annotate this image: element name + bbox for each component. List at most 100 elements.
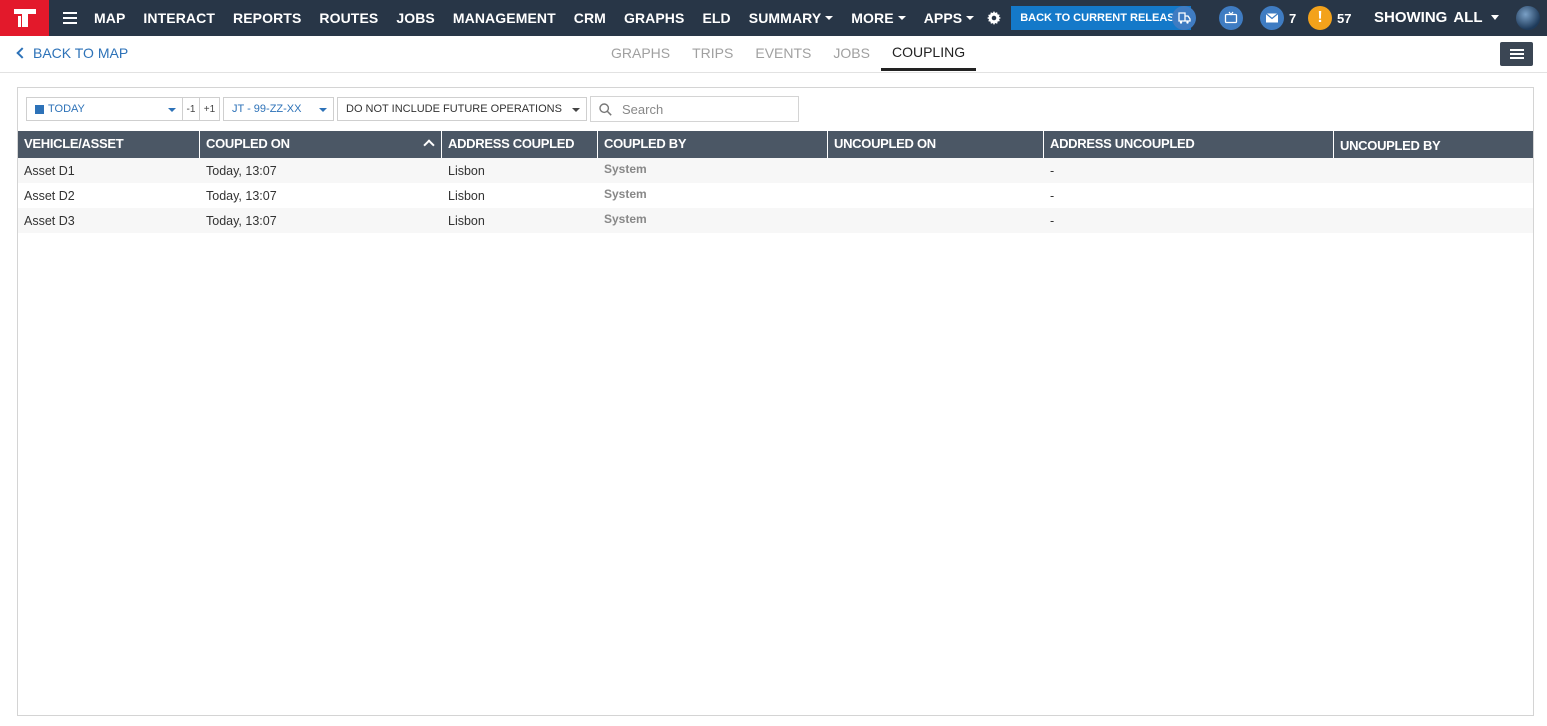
column-header-label: ADDRESS UNCOUPLED <box>1050 136 1195 151</box>
vehicle-select[interactable]: JT - 99-ZZ-XX <box>223 97 334 121</box>
envelope-icon[interactable] <box>1260 6 1284 30</box>
column-header-label: VEHICLE/ASSET <box>24 136 124 151</box>
nav-item-label: SUMMARY <box>748 10 822 26</box>
column-header-address-coupled[interactable]: ADDRESS COUPLED <box>442 131 598 158</box>
table-row[interactable]: Asset D2 Today, 13:07 Lisbon System - <box>18 183 1533 208</box>
nav-item-reports[interactable]: REPORTS <box>224 10 310 26</box>
options-menu-button[interactable] <box>1500 42 1533 66</box>
future-operations-value: DO NOT INCLUDE FUTURE OPERATIONS <box>346 103 562 115</box>
cell-coupled-by: System <box>604 187 647 201</box>
tab-jobs[interactable]: JOBS <box>822 36 881 69</box>
future-operations-select[interactable]: DO NOT INCLUDE FUTURE OPERATIONS <box>337 97 587 121</box>
nav-item-map[interactable]: MAP <box>85 10 134 26</box>
showing-value: ALL <box>1453 9 1483 26</box>
column-header-uncoupled-on[interactable]: UNCOUPLED ON <box>828 131 1044 158</box>
filter-toolbar: TODAY -1 +1 JT - 99-ZZ-XX DO NOT INCLUDE… <box>26 96 799 122</box>
cell-vehicle: Asset D1 <box>24 163 75 178</box>
dispatch-icon[interactable] <box>1172 6 1196 30</box>
nav-item-graphs[interactable]: GRAPHS <box>615 10 694 26</box>
nav-item-label: MORE <box>851 10 894 26</box>
alerts-count: 57 <box>1337 10 1352 26</box>
back-to-current-release-button[interactable]: BACK TO CURRENT RELEASE <box>1011 6 1191 30</box>
nav-item-crm[interactable]: CRM <box>565 10 615 26</box>
previous-day-button[interactable]: -1 <box>183 97 200 121</box>
cell-address-coupled: Lisbon <box>448 213 485 228</box>
logo-icon <box>13 9 36 27</box>
cell-coupled-by: System <box>604 212 647 226</box>
cell-address-uncoupled: - <box>1050 188 1055 203</box>
column-header-coupled-by[interactable]: COUPLED BY <box>598 131 828 158</box>
tv-icon[interactable] <box>1219 6 1243 30</box>
tab-coupling[interactable]: COUPLING <box>880 36 977 71</box>
column-header-label: UNCOUPLED BY <box>1340 138 1441 153</box>
caret-down-icon <box>319 108 327 112</box>
calendar-icon <box>35 104 44 114</box>
cell-coupled-by: System <box>604 162 647 176</box>
tab-events[interactable]: EVENTS <box>744 36 822 69</box>
showing-filter-dropdown[interactable]: SHOWING ALL <box>1374 9 1499 26</box>
search-input[interactable] <box>620 100 794 118</box>
nav-item-more[interactable]: MORE <box>842 10 914 26</box>
nav-item-apps[interactable]: APPS <box>915 10 984 26</box>
gear-icon[interactable] <box>987 11 1002 25</box>
nav-item-label: JOBS <box>396 10 435 26</box>
user-avatar[interactable] <box>1516 6 1540 30</box>
tab-trips[interactable]: TRIPS <box>681 36 744 69</box>
table-header: VEHICLE/ASSET COUPLED ON ADDRESS COUPLED CO… <box>18 131 1533 158</box>
nav-item-jobs[interactable]: JOBS <box>387 10 444 26</box>
main-nav-items: MAP INTERACT REPORTS ROUTES JOBS MANAGEMENT CR… <box>85 10 983 26</box>
cell-coupled-on: Today, 13:07 <box>206 188 277 203</box>
nav-item-eld[interactable]: ELD <box>693 10 739 26</box>
search-box[interactable] <box>590 96 799 122</box>
column-header-label: ADDRESS COUPLED <box>448 136 575 151</box>
nav-item-label: ROUTES <box>319 10 379 26</box>
nav-item-label: APPS <box>923 10 963 26</box>
messages-indicator[interactable]: 7 <box>1260 6 1296 30</box>
alerts-indicator[interactable]: ! 57 <box>1308 6 1351 30</box>
vehicle-value: JT - 99-ZZ-XX <box>232 103 302 115</box>
tab-graphs[interactable]: GRAPHS <box>600 36 681 69</box>
date-range-select[interactable]: TODAY <box>26 97 183 121</box>
column-header-coupled-on[interactable]: COUPLED ON <box>200 131 442 158</box>
back-to-map-link[interactable]: BACK TO MAP <box>16 45 128 61</box>
nav-item-label: CRM <box>573 10 606 26</box>
column-header-vehicle[interactable]: VEHICLE/ASSET <box>18 131 200 158</box>
alert-glyph: ! <box>1317 9 1323 26</box>
nav-item-label: MANAGEMENT <box>452 10 556 26</box>
cell-address-coupled: Lisbon <box>448 188 485 203</box>
top-navigation-bar: MAP INTERACT REPORTS ROUTES JOBS MANAGEMENT CR… <box>0 0 1547 36</box>
cell-uncoupled-by <box>1334 208 1533 233</box>
hamburger-menu-icon[interactable] <box>63 12 77 24</box>
cell-address-coupled: Lisbon <box>448 163 485 178</box>
cell-coupled-on: Today, 13:07 <box>206 213 277 228</box>
brand-logo[interactable] <box>0 0 49 36</box>
cell-uncoupled-by <box>1334 183 1533 208</box>
column-header-label: UNCOUPLED ON <box>834 136 936 151</box>
cell-uncoupled-on <box>828 208 1044 233</box>
table-row[interactable]: Asset D1 Today, 13:07 Lisbon System - <box>18 158 1533 183</box>
sort-ascending-icon <box>423 139 435 151</box>
showing-label: SHOWING <box>1374 9 1448 26</box>
nav-item-summary[interactable]: SUMMARY <box>740 10 843 26</box>
column-header-address-uncoupled[interactable]: ADDRESS UNCOUPLED <box>1044 131 1334 158</box>
caret-down-icon <box>825 16 834 20</box>
table-row[interactable]: Asset D3 Today, 13:07 Lisbon System - <box>18 208 1533 233</box>
alert-icon[interactable]: ! <box>1308 6 1332 30</box>
column-header-label: COUPLED BY <box>604 136 687 151</box>
nav-item-interact[interactable]: INTERACT <box>134 10 224 26</box>
cell-vehicle: Asset D3 <box>24 213 75 228</box>
nav-item-label: GRAPHS <box>623 10 685 26</box>
caret-down-icon <box>966 16 975 20</box>
search-icon <box>599 102 612 116</box>
nav-item-management[interactable]: MANAGEMENT <box>444 10 565 26</box>
coupling-panel: TODAY -1 +1 JT - 99-ZZ-XX DO NOT INCLUDE… <box>17 87 1534 716</box>
nav-item-routes[interactable]: ROUTES <box>310 10 387 26</box>
cell-uncoupled-on <box>828 158 1044 183</box>
column-header-label: COUPLED ON <box>206 136 290 151</box>
cell-uncoupled-on <box>828 183 1044 208</box>
column-header-uncoupled-by[interactable]: UNCOUPLED BY <box>1334 131 1533 158</box>
nav-item-label: MAP <box>94 10 126 26</box>
table-body: Asset D1 Today, 13:07 Lisbon System - Asset D… <box>18 158 1533 233</box>
next-day-button[interactable]: +1 <box>200 97 220 121</box>
caret-down-icon <box>897 16 906 20</box>
